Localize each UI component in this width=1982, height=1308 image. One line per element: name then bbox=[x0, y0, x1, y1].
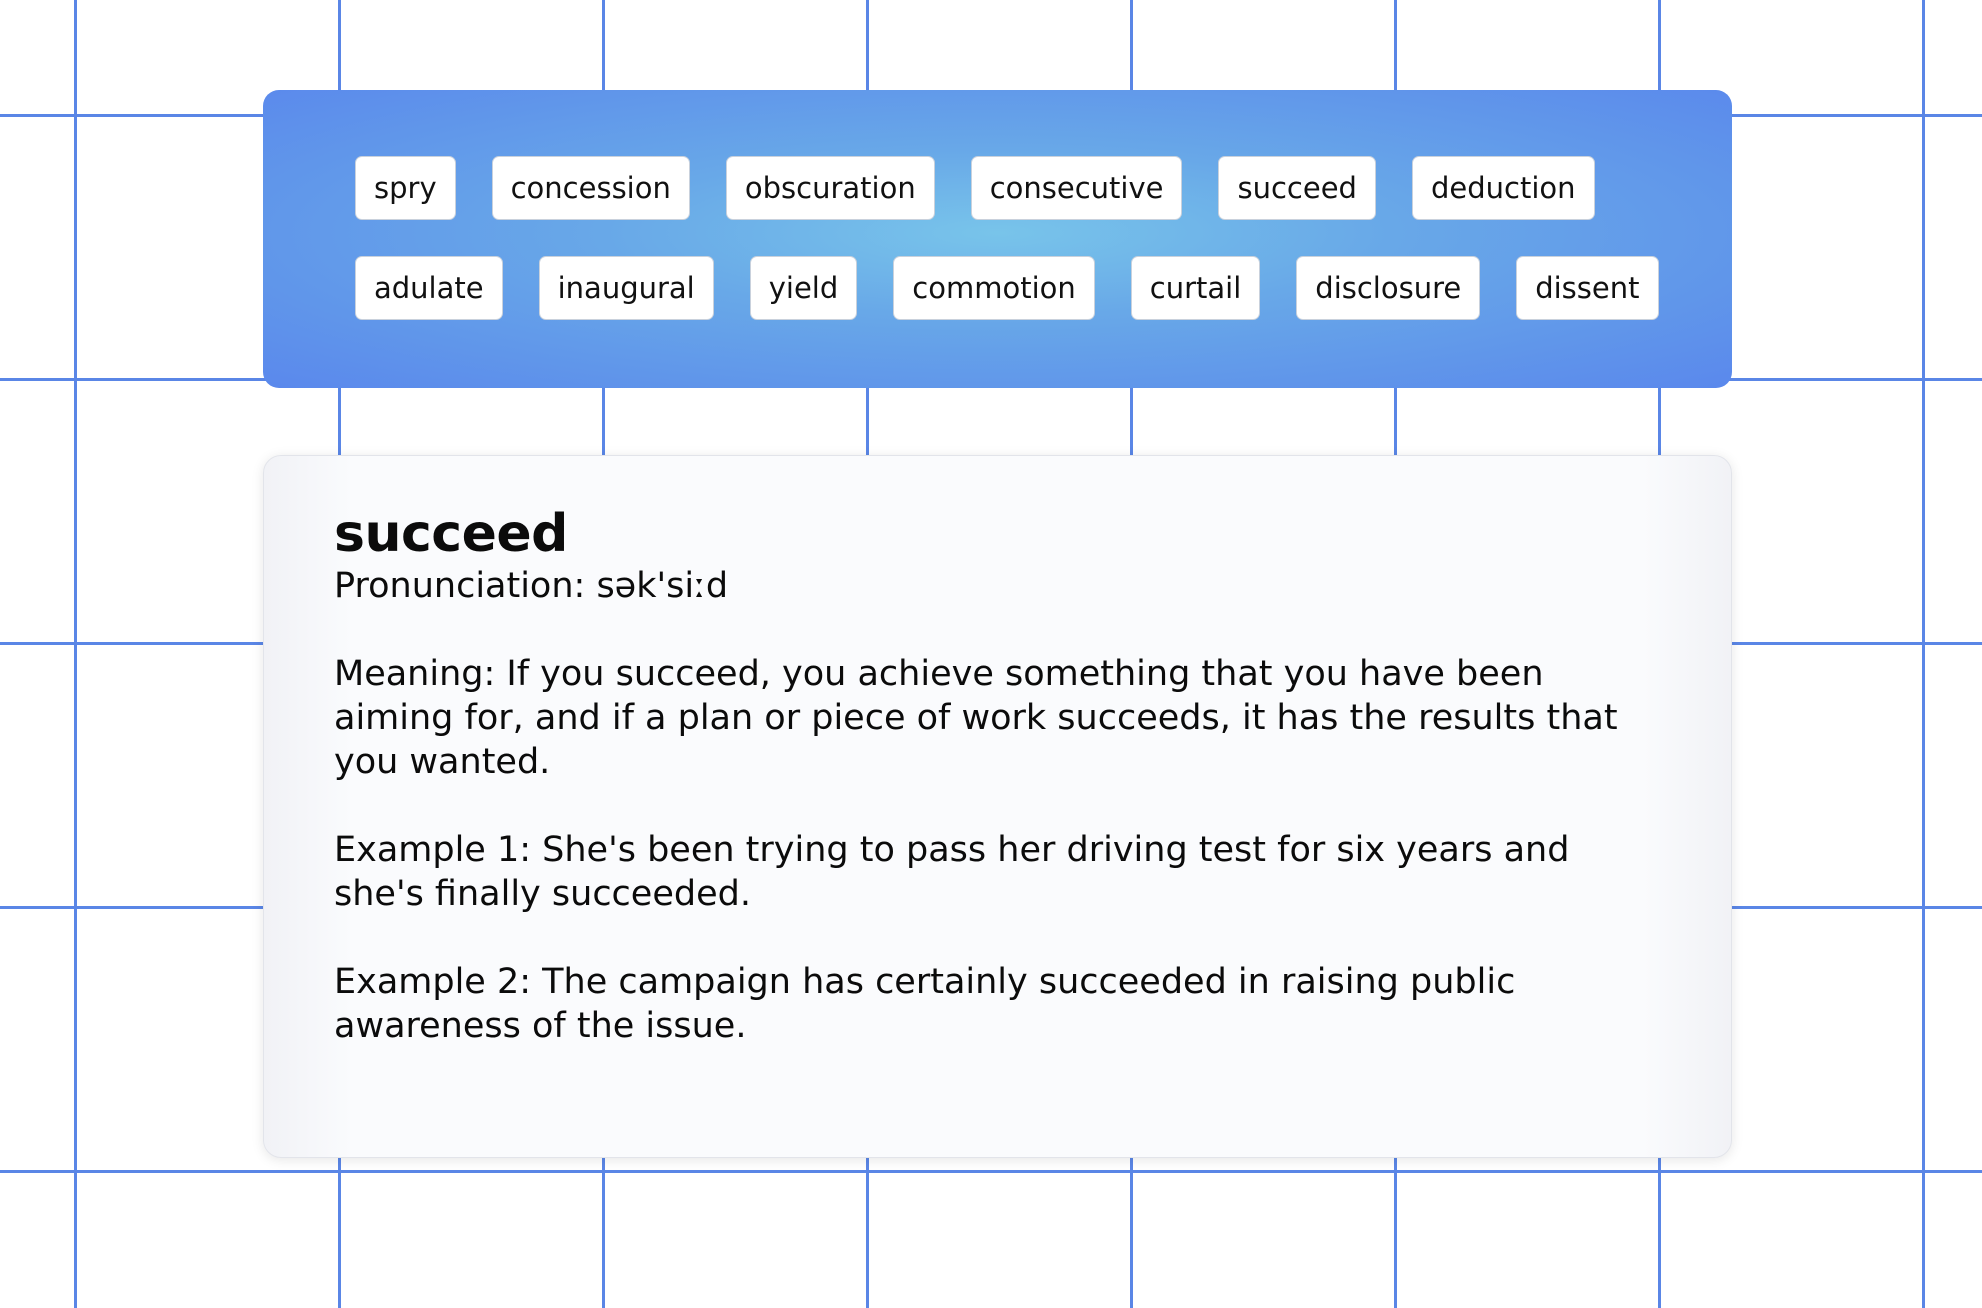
word-chip-deduction[interactable]: deduction bbox=[1411, 156, 1595, 220]
word-chip-inaugural[interactable]: inaugural bbox=[538, 256, 714, 320]
word-chip-succeed[interactable]: succeed bbox=[1218, 156, 1376, 220]
word-chip-adulate[interactable]: adulate bbox=[355, 256, 503, 320]
word-bank-panel: spry concession obscuration consecutive … bbox=[263, 90, 1732, 388]
word-chip-curtail[interactable]: curtail bbox=[1130, 256, 1261, 320]
word-chip-obscuration[interactable]: obscuration bbox=[725, 156, 935, 220]
word-title: succeed bbox=[334, 504, 568, 564]
word-row-2: adulate inaugural yield commotion curtai… bbox=[355, 256, 1732, 320]
pronunciation-text: Pronunciation: sək'siːd bbox=[334, 566, 729, 606]
word-chip-dissent[interactable]: dissent bbox=[1516, 256, 1659, 320]
word-chip-disclosure[interactable]: disclosure bbox=[1296, 256, 1481, 320]
example-1-text: Example 1: She's been trying to pass her… bbox=[334, 830, 1570, 914]
word-chip-yield[interactable]: yield bbox=[749, 256, 858, 320]
word-chip-consecutive[interactable]: consecutive bbox=[970, 156, 1183, 220]
definition-card: succeed Pronunciation: sək'siːd Meaning:… bbox=[263, 455, 1732, 1158]
word-row-1: spry concession obscuration consecutive … bbox=[355, 156, 1732, 220]
word-chip-concession[interactable]: concession bbox=[491, 156, 690, 220]
meaning-text: Meaning: If you succeed, you achieve som… bbox=[334, 654, 1618, 782]
example-2-text: Example 2: The campaign has certainly su… bbox=[334, 962, 1516, 1046]
word-chip-spry[interactable]: spry bbox=[355, 156, 456, 220]
word-chip-commotion[interactable]: commotion bbox=[893, 256, 1095, 320]
